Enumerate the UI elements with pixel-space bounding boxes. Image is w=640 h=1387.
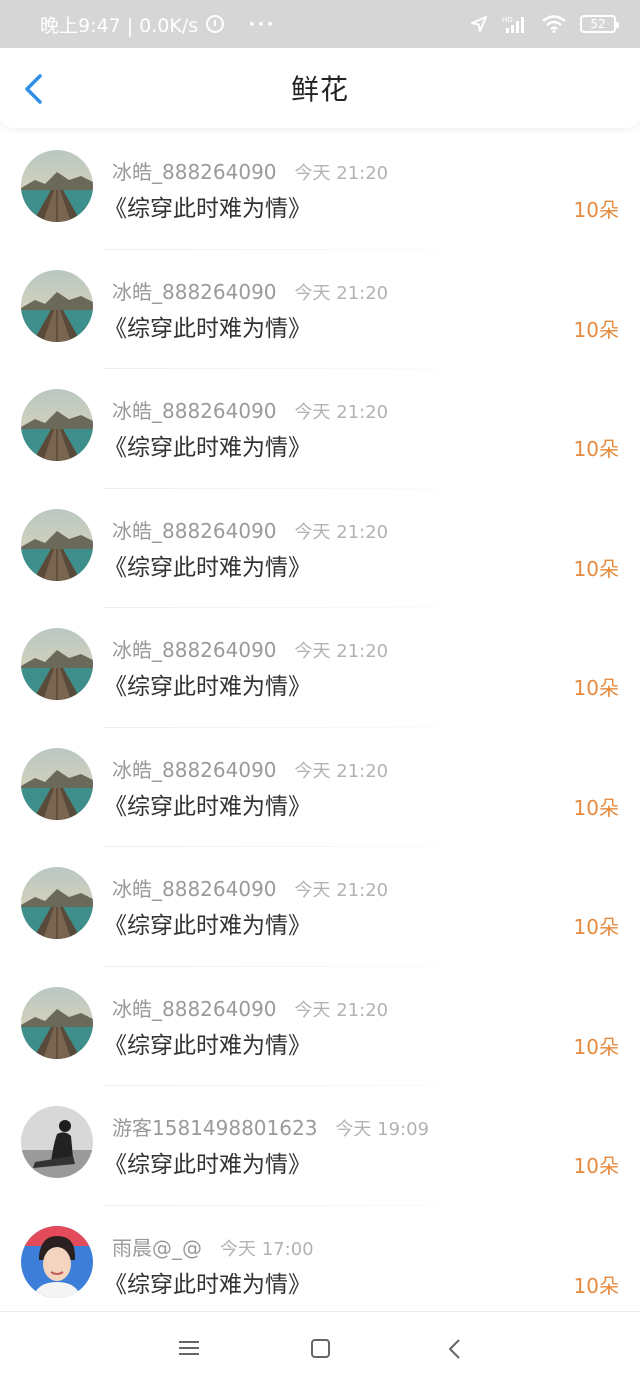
item-meta: 冰皓_888264090 今天 21:20	[112, 395, 388, 424]
list-item[interactable]: 冰皓_888264090 今天 21:20 《综穿此时难为情》 10朵	[0, 250, 640, 369]
flower-list: 冰皓_888264090 今天 21:20 《综穿此时难为情》 10朵 冰皓_88826…	[0, 130, 640, 1325]
more-dots: ···	[248, 13, 276, 35]
chevron-back-icon	[449, 1339, 460, 1359]
timestamp: 今天 21:20	[294, 402, 389, 423]
signal-icon: HD	[502, 14, 528, 34]
username[interactable]: 冰皓_888264090	[112, 156, 277, 185]
flower-count: 10朵	[573, 1273, 619, 1298]
avatar[interactable]	[21, 269, 93, 342]
location-icon	[470, 15, 488, 33]
flower-count: 10朵	[573, 198, 619, 222]
list-item[interactable]: 冰皓_888264090 今天 21:20 《综穿此时难为情》 10朵	[0, 489, 640, 608]
avatar[interactable]	[21, 1106, 93, 1178]
status-bar: 晚上9:47 | 0.0K/s ··· HD 52	[0, 0, 640, 48]
username[interactable]: 雨晨@_@	[112, 1232, 202, 1261]
list-item[interactable]: 冰皓_888264090 今天 21:20 《综穿此时难为情》 10朵	[0, 847, 640, 967]
book-title[interactable]: 《综穿此时难为情》	[104, 667, 311, 701]
list-item[interactable]: 冰皓_888264090 今天 21:20 《综穿此时难为情》 10朵	[0, 130, 640, 250]
item-meta: 冰皓_888264090 今天 21:20	[112, 993, 388, 1022]
square-home-icon	[311, 1339, 330, 1358]
item-meta: 冰皓_888264090 今天 21:20	[112, 634, 388, 663]
flower-count: 10朵	[573, 1154, 619, 1178]
item-meta: 冰皓_888264090 今天 21:20	[112, 873, 388, 902]
system-back-button[interactable]	[447, 1338, 463, 1364]
item-meta: 冰皓_888264090 今天 21:20	[112, 515, 388, 544]
system-nav-bar	[0, 1311, 640, 1387]
avatar[interactable]	[21, 986, 93, 1059]
item-meta: 冰皓_888264090 今天 21:20	[112, 276, 388, 305]
book-title[interactable]: 《综穿此时难为情》	[104, 1145, 311, 1179]
avatar[interactable]	[21, 389, 93, 461]
flower-count: 10朵	[573, 437, 619, 461]
book-title[interactable]: 《综穿此时难为情》	[104, 906, 311, 940]
alarm-icon	[206, 15, 225, 33]
item-meta: 冰皓_888264090 今天 21:20	[112, 754, 388, 783]
book-title[interactable]: 《综穿此时难为情》	[104, 787, 311, 821]
username[interactable]: 冰皓_888264090	[112, 276, 277, 305]
book-title[interactable]: 《综穿此时难为情》	[104, 428, 311, 462]
flower-count: 10朵	[573, 1034, 619, 1059]
menu-icon	[179, 1341, 199, 1355]
battery-icon: 52	[580, 15, 619, 33]
timestamp: 今天 21:20	[294, 880, 389, 901]
timestamp: 今天 21:20	[294, 163, 389, 184]
username[interactable]: 冰皓_888264090	[112, 634, 277, 663]
chevron-left-icon	[25, 74, 42, 104]
list-item[interactable]: 冰皓_888264090 今天 21:20 《综穿此时难为情》 10朵	[0, 967, 640, 1086]
username[interactable]: 游客1581498801623	[112, 1112, 317, 1141]
username[interactable]: 冰皓_888264090	[112, 515, 277, 544]
avatar[interactable]	[21, 150, 93, 222]
flower-count: 10朵	[573, 317, 619, 342]
item-meta: 雨晨@_@ 今天 17:00	[112, 1232, 314, 1261]
book-title[interactable]: 《综穿此时难为情》	[104, 548, 311, 582]
timestamp: 今天 19:09	[335, 1119, 430, 1140]
username[interactable]: 冰皓_888264090	[112, 873, 277, 902]
flower-count: 10朵	[573, 556, 619, 581]
page-title: 鲜花	[290, 73, 349, 106]
avatar[interactable]	[21, 628, 93, 700]
wifi-icon	[542, 15, 566, 33]
timestamp: 今天 21:20	[294, 282, 389, 304]
item-meta: 游客1581498801623 今天 19:09	[112, 1112, 429, 1141]
avatar[interactable]	[21, 508, 93, 581]
menu-button[interactable]	[178, 1338, 200, 1362]
list-item[interactable]: 冰皓_888264090 今天 21:20 《综穿此时难为情》 10朵	[0, 608, 640, 728]
timestamp: 今天 21:20	[294, 641, 389, 662]
flower-count: 10朵	[573, 795, 619, 820]
flower-count: 10朵	[573, 915, 619, 939]
timestamp: 今天 21:20	[294, 999, 389, 1021]
hd-label: HD	[502, 16, 513, 24]
back-button[interactable]	[18, 72, 52, 106]
avatar[interactable]	[21, 867, 93, 939]
screen: 晚上9:47 | 0.0K/s ··· HD 52 鲜花 冰皓_88826409…	[0, 0, 640, 1387]
username[interactable]: 冰皓_888264090	[112, 993, 277, 1022]
app-header: 鲜花	[0, 48, 640, 128]
list-item[interactable]: 雨晨@_@ 今天 17:00 《综穿此时难为情》 10朵	[0, 1206, 640, 1325]
status-right: HD 52	[470, 14, 619, 34]
status-left: 晚上9:47 | 0.0K/s ···	[40, 11, 276, 38]
status-time: 晚上9:47 | 0.0K/s	[40, 14, 199, 37]
book-title[interactable]: 《综穿此时难为情》	[104, 1265, 311, 1299]
avatar[interactable]	[21, 1225, 93, 1298]
item-meta: 冰皓_888264090 今天 21:20	[112, 156, 388, 185]
timestamp: 今天 17:00	[220, 1238, 314, 1260]
list-item[interactable]: 游客1581498801623 今天 19:09 《综穿此时难为情》 10朵	[0, 1086, 640, 1206]
timestamp: 今天 21:20	[294, 760, 389, 782]
list-item[interactable]: 冰皓_888264090 今天 21:20 《综穿此时难为情》 10朵	[0, 728, 640, 847]
avatar[interactable]	[21, 747, 93, 820]
list-item[interactable]: 冰皓_888264090 今天 21:20 《综穿此时难为情》 10朵	[0, 369, 640, 489]
timestamp: 今天 21:20	[294, 521, 389, 543]
username[interactable]: 冰皓_888264090	[112, 754, 277, 783]
home-button[interactable]	[310, 1338, 332, 1364]
book-title[interactable]: 《综穿此时难为情》	[104, 309, 311, 343]
book-title[interactable]: 《综穿此时难为情》	[104, 1026, 311, 1060]
book-title[interactable]: 《综穿此时难为情》	[104, 189, 311, 223]
username[interactable]: 冰皓_888264090	[112, 395, 277, 424]
flower-count: 10朵	[573, 676, 619, 700]
